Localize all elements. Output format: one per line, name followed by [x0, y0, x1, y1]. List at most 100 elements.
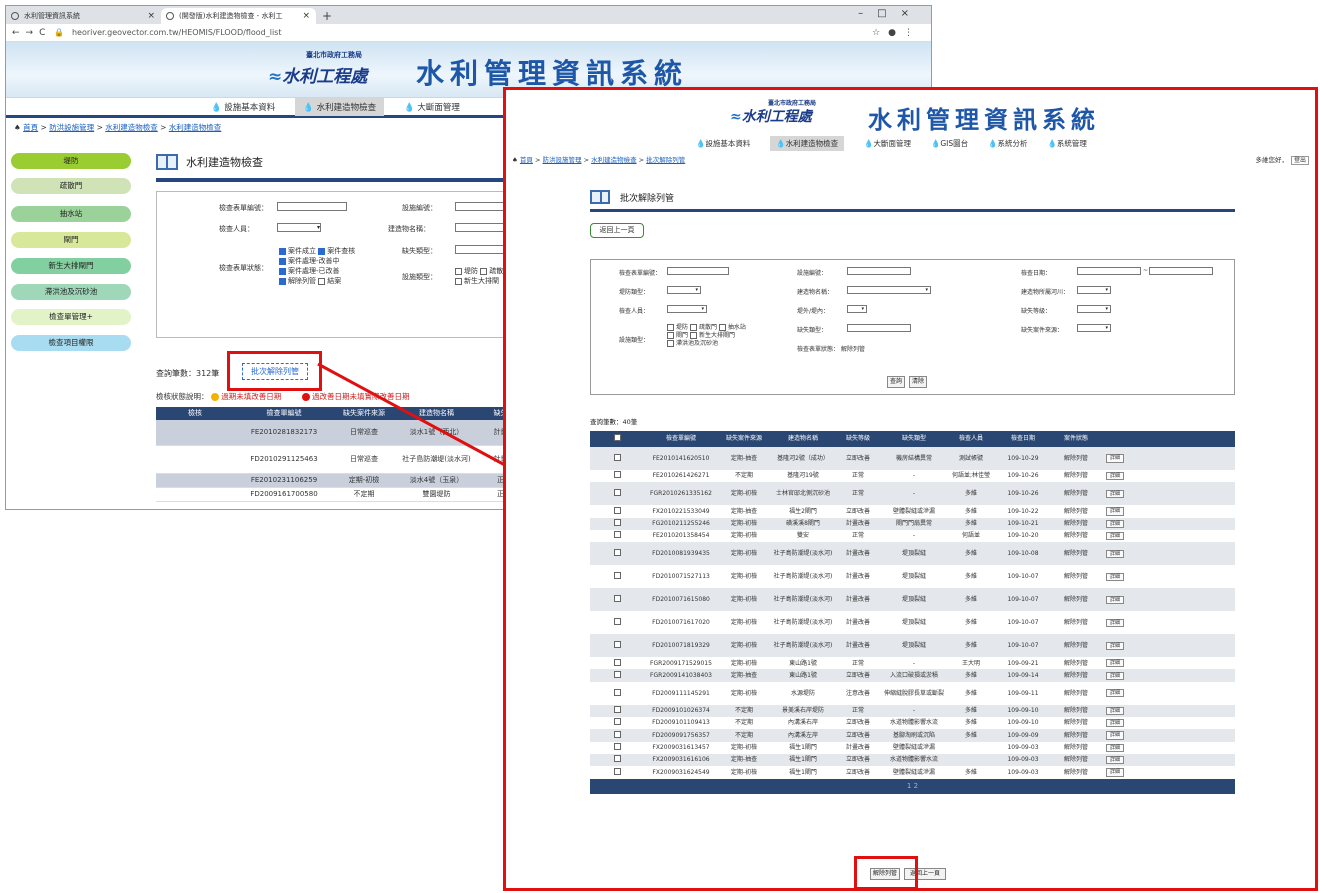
browser-tab-1[interactable]: 水利管理資訊系統 ×	[6, 8, 161, 24]
detail-button[interactable]: 詳細	[1100, 489, 1130, 498]
detail-button[interactable]: 詳細	[1100, 454, 1130, 463]
row-checkbox[interactable]	[590, 640, 644, 651]
new-tab-button[interactable]: +	[322, 8, 332, 24]
table-row[interactable]: FE2010201358454 定期-初檢 雙安 正常 - 何語並 109-10-20 解除列…	[590, 529, 1235, 543]
table-row[interactable]: FGR2010261335162 定期-初檢 士林官邸北側沉砂池 正常 - 多維 109-1…	[590, 482, 1235, 506]
sidebar-item-sluice-gate[interactable]: 閘門	[11, 232, 131, 248]
pagination[interactable]: 1 2	[590, 778, 1235, 794]
building-name-select[interactable]: ▾	[847, 286, 931, 294]
detail-button[interactable]: 詳細	[1100, 507, 1130, 516]
facility-type-checkboxes[interactable]: 堤防 疏散 新生大排閘	[455, 266, 503, 286]
breadcrumb-link[interactable]: 批次解除列管	[646, 156, 685, 164]
row-checkbox[interactable]	[590, 518, 644, 529]
table-row[interactable]: FX2009031616106 定期-抽查 福生1閘門 立即改善 水道物體影響水流 109…	[590, 753, 1235, 767]
menu-item-analysis[interactable]: 💧系統分析	[988, 138, 1027, 149]
inspector-select[interactable]: ▾	[277, 223, 321, 232]
detail-button[interactable]: 詳細	[1100, 659, 1130, 668]
breadcrumb-link[interactable]: 水利建造物檢查	[105, 123, 158, 132]
clear-button[interactable]: 清除	[909, 376, 927, 388]
close-icon[interactable]: ×	[302, 8, 310, 24]
levee-type-select[interactable]: ▾	[667, 286, 701, 294]
row-checkbox[interactable]	[590, 489, 644, 499]
row-checkbox[interactable]	[590, 531, 644, 541]
form-no-input[interactable]	[667, 267, 729, 275]
detail-button[interactable]: 詳細	[1100, 595, 1130, 604]
row-checkbox[interactable]	[590, 571, 644, 582]
detail-button[interactable]: 詳細	[1100, 531, 1130, 541]
defect-source-select[interactable]: ▾	[1077, 324, 1111, 332]
facility-no-input[interactable]	[847, 267, 911, 275]
detail-button[interactable]: 詳細	[1100, 731, 1130, 740]
table-row[interactable]: FD2009111145291 定期-初檢 水源堤防 注意改善 伸縮縫脫膠長草或斷裂 多維…	[590, 681, 1235, 705]
row-checkbox[interactable]	[590, 718, 644, 728]
table-row[interactable]: FX2009031613457 定期-初檢 福生1閘門 計畫改善 壁體裂縫或滲漏 109-…	[590, 741, 1235, 754]
table-row[interactable]: FD2010081939435 定期-初檢 社子島防潮堤(淡水河) 計畫改善 堤頂裂縫 多…	[590, 542, 1235, 566]
sidebar-item-evacuation-gate[interactable]: 疏散門	[11, 178, 131, 194]
breadcrumb-link[interactable]: 水利建造物檢查	[591, 156, 637, 164]
breadcrumb-link[interactable]: 首頁	[520, 156, 533, 164]
sidebar-item-levee[interactable]: 堤防	[11, 153, 131, 169]
sidebar-item-pump-station[interactable]: 抽水站	[11, 206, 131, 222]
inspector-select[interactable]: ▾	[667, 305, 707, 313]
row-checkbox[interactable]	[590, 767, 644, 778]
detail-button[interactable]: 詳細	[1100, 689, 1130, 698]
table-row[interactable]: FX2010221533049 定期-抽查 福生2閘門 立即改善 壁體裂縫或滲漏 多維 10…	[590, 505, 1235, 518]
row-checkbox[interactable]	[590, 670, 644, 681]
table-row[interactable]: FE2010261426271 不定期 基隆河19號 正常 - 何語並;林佳瑩 109-10…	[590, 470, 1235, 483]
table-row[interactable]: FGR2009171529015 定期-初檢 東山路1號 正常 - 王大明 109-09-2…	[590, 657, 1235, 670]
row-checkbox[interactable]	[590, 506, 644, 517]
logout-button[interactable]: 登出	[1290, 156, 1309, 165]
search-button[interactable]: 查詢	[887, 376, 905, 388]
breadcrumb-link[interactable]: 防洪設施管理	[49, 123, 94, 132]
detail-button[interactable]: 詳細	[1100, 743, 1130, 752]
close-icon[interactable]: ×	[147, 8, 155, 24]
select-all-checkbox[interactable]	[590, 434, 644, 444]
menu-item-gis[interactable]: 💧GIS圖台	[931, 138, 968, 149]
sidebar-item-form-management[interactable]: 檢查單管理+	[11, 309, 131, 325]
row-checkbox[interactable]	[590, 453, 644, 464]
breadcrumb-link[interactable]: 防洪設施管理	[543, 156, 582, 164]
navigation-buttons[interactable]: ←→C	[12, 28, 54, 38]
detail-button[interactable]: 詳細	[1100, 706, 1130, 716]
back-button[interactable]: 返回上一頁	[590, 223, 644, 238]
detail-button[interactable]: 詳細	[1100, 549, 1130, 558]
menu-item-section[interactable]: 💧 大斷面管理	[404, 101, 460, 113]
defect-level-select[interactable]: ▾	[1077, 305, 1111, 313]
table-row[interactable]: FG2010211255246 定期-初檢 磺溪溪8閘門 計畫改善 閘門門扇異常 多維 10…	[590, 517, 1235, 530]
river-select[interactable]: ▾	[1077, 286, 1111, 294]
sidebar-item-detention-pond[interactable]: 滯洪池及沉砂池	[11, 284, 131, 300]
table-row[interactable]: FD2010071819329 定期-初檢 社子島防潮堤(淡水河) 計畫改善 堤頂裂縫 多…	[590, 634, 1235, 658]
table-row[interactable]: FD2009101026374 不定期 景美溪右岸堤防 正常 - 多維 109-09-10 解…	[590, 704, 1235, 718]
row-checkbox[interactable]	[590, 755, 644, 765]
menu-item-facility[interactable]: 💧設施基本資料	[696, 138, 750, 149]
row-checkbox[interactable]	[590, 743, 644, 753]
menu-item-facility[interactable]: 💧 設施基本資料	[211, 101, 275, 113]
table-row[interactable]: FD2009101109413 不定期 內溝溪右岸 立即改善 水道物體影響水流 多維 109…	[590, 717, 1235, 730]
date-end-input[interactable]	[1149, 267, 1213, 275]
row-checkbox[interactable]	[590, 730, 644, 741]
row-checkbox[interactable]	[590, 706, 644, 716]
facility-type-checkboxes[interactable]: 堤防 疏散門 抽水站 閘門 新生大排閘門 滯洪池及沉砂池	[667, 324, 746, 348]
row-checkbox[interactable]	[590, 617, 644, 628]
star-icon[interactable]: ☆●⋮	[872, 28, 921, 38]
table-row[interactable]: FD2010071527113 定期-初檢 社子島防潮堤(淡水河) 計畫改善 堤頂裂縫 多…	[590, 565, 1235, 589]
row-checkbox[interactable]	[590, 688, 644, 699]
url-field[interactable]: heoriver.geovector.com.tw/HEOMIS/FLOOD/f…	[72, 28, 282, 37]
date-start-input[interactable]	[1077, 267, 1141, 275]
inout-select[interactable]: ▾	[847, 305, 867, 313]
breadcrumb-link[interactable]: 水利建造物檢查	[169, 123, 222, 132]
detail-button[interactable]: 詳細	[1100, 768, 1130, 777]
row-checkbox[interactable]	[590, 658, 644, 669]
detail-button[interactable]: 詳細	[1100, 618, 1130, 627]
table-row[interactable]: FX2009031624549 定期-初檢 福生1閘門 立即改善 壁體裂縫或滲漏 多維 10…	[590, 766, 1235, 779]
detail-button[interactable]: 詳細	[1100, 472, 1130, 481]
detail-button[interactable]: 詳細	[1100, 671, 1130, 680]
row-checkbox[interactable]	[590, 594, 644, 605]
sidebar-item-xinsheng-gate[interactable]: 新生大排閘門	[11, 258, 131, 274]
detail-button[interactable]: 詳細	[1100, 519, 1130, 528]
menu-item-inspection[interactable]: 💧水利建造物檢查	[770, 135, 845, 151]
detail-button[interactable]: 詳細	[1100, 755, 1130, 765]
menu-item-admin[interactable]: 💧系統管理	[1048, 138, 1087, 149]
row-checkbox[interactable]	[590, 471, 644, 481]
detail-button[interactable]: 詳細	[1100, 572, 1130, 581]
